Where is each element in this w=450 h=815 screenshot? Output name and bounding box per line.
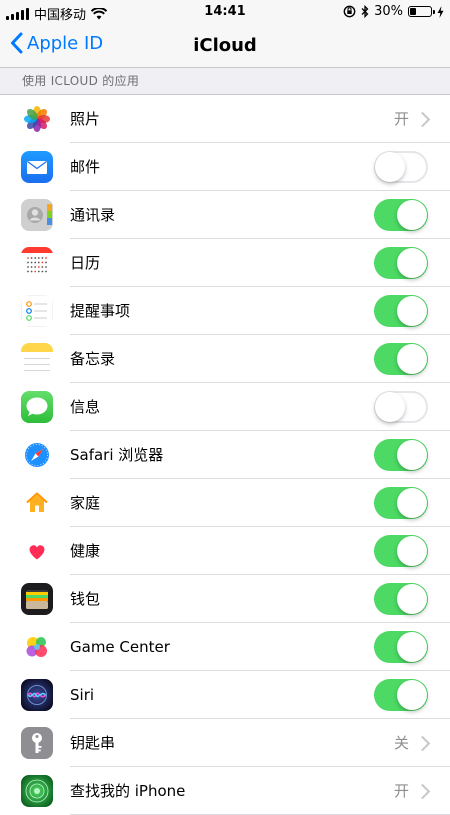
detail-value: 关	[393, 734, 409, 752]
list-item: Siri	[0, 671, 450, 719]
messages-icon	[21, 391, 53, 423]
list-item-label: 钱包	[70, 590, 101, 608]
toggle-switch[interactable]	[374, 295, 428, 327]
chevron-right-icon	[414, 735, 431, 751]
photos-icon	[21, 103, 53, 135]
navigation-bar: Apple ID iCloud	[0, 24, 450, 68]
list-item[interactable]: 查找我的 iPhone 开	[0, 767, 450, 815]
notes-icon	[21, 343, 53, 375]
toggle-knob	[397, 200, 427, 230]
toggle-knob	[397, 440, 427, 470]
health-icon	[21, 535, 53, 567]
bluetooth-icon	[361, 5, 369, 18]
list-item-label: Safari 浏览器	[70, 446, 164, 464]
toggle-knob	[397, 632, 427, 662]
find-my-iphone-icon	[21, 775, 53, 807]
apps-list: 照片开邮件 通讯录 日历 提醒事项 备忘录 信息 Safari 浏览器 家庭 健康 钱包 Game …	[0, 94, 450, 815]
detail-group: 开	[393, 95, 431, 143]
reminders-icon	[21, 295, 53, 327]
toggle-knob	[375, 152, 405, 182]
toggle-switch[interactable]	[374, 631, 428, 663]
chevron-right-icon	[414, 111, 431, 127]
toggle-knob	[397, 248, 427, 278]
orientation-lock-icon	[343, 5, 356, 18]
list-item-label: 通讯录	[70, 206, 116, 224]
list-item: 邮件	[0, 143, 450, 191]
toggle-knob	[397, 488, 427, 518]
list-item: 家庭	[0, 479, 450, 527]
battery-percent: 30%	[374, 4, 403, 19]
charging-icon	[437, 5, 444, 18]
list-item: Game Center	[0, 623, 450, 671]
battery-level	[410, 8, 416, 15]
toggle-knob	[397, 584, 427, 614]
status-bar: 中国移动 14:41 30%	[0, 0, 450, 24]
list-item-label: 家庭	[70, 494, 101, 512]
chevron-left-icon	[11, 32, 23, 54]
game-center-icon	[21, 631, 53, 663]
chevron-right-icon	[414, 783, 431, 799]
toggle-switch[interactable]	[374, 583, 428, 615]
siri-icon	[21, 679, 53, 711]
list-item-label: 日历	[70, 254, 101, 272]
detail-value: 开	[393, 110, 409, 128]
toggle-knob	[397, 680, 427, 710]
toggle-knob	[375, 392, 405, 422]
toggle-switch[interactable]	[374, 535, 428, 567]
list-item: 信息	[0, 383, 450, 431]
list-item: 提醒事项	[0, 287, 450, 335]
toggle-switch[interactable]	[374, 439, 428, 471]
status-right: 30%	[343, 4, 444, 19]
toggle-switch[interactable]	[374, 487, 428, 519]
toggle-knob	[397, 296, 427, 326]
list-item-label: 信息	[70, 398, 101, 416]
list-item-label: Siri	[70, 686, 95, 704]
list-item-label: 钥匙串	[70, 734, 116, 752]
toggle-switch[interactable]	[374, 679, 428, 711]
home-icon	[21, 487, 53, 519]
section-header: 使用 ICLOUD 的应用	[22, 74, 140, 88]
wallet-icon	[21, 583, 53, 615]
back-button-label: Apple ID	[27, 32, 104, 54]
list-item[interactable]: 照片 开	[0, 95, 450, 143]
toggle-knob	[397, 344, 427, 374]
list-item: Safari 浏览器	[0, 431, 450, 479]
list-item: 钱包	[0, 575, 450, 623]
mail-icon	[21, 151, 53, 183]
list-item-label: 健康	[70, 542, 101, 560]
contacts-icon	[21, 199, 53, 231]
calendar-icon	[21, 247, 53, 279]
list-item-label: 照片	[70, 110, 101, 128]
back-button[interactable]: Apple ID	[10, 32, 103, 54]
list-item-label: Game Center	[70, 638, 170, 656]
detail-value: 开	[393, 782, 409, 800]
list-item: 日历	[0, 239, 450, 287]
detail-group: 关	[393, 719, 431, 767]
list-item-label: 提醒事项	[70, 302, 131, 320]
list-item[interactable]: 钥匙串 关	[0, 719, 450, 767]
toggle-switch[interactable]	[374, 151, 428, 183]
battery-icon	[408, 6, 435, 17]
list-item-label: 备忘录	[70, 350, 116, 368]
list-item: 健康	[0, 527, 450, 575]
detail-group: 开	[393, 767, 431, 815]
toggle-switch[interactable]	[374, 343, 428, 375]
list-item: 通讯录	[0, 191, 450, 239]
list-item: 备忘录	[0, 335, 450, 383]
toggle-switch[interactable]	[374, 391, 428, 423]
list-item-label: 查找我的 iPhone	[70, 782, 186, 800]
list-item-label: 邮件	[70, 158, 101, 176]
toggle-switch[interactable]	[374, 199, 428, 231]
keychain-icon	[21, 727, 53, 759]
toggle-switch[interactable]	[374, 247, 428, 279]
toggle-knob	[397, 536, 427, 566]
safari-icon	[21, 439, 53, 471]
